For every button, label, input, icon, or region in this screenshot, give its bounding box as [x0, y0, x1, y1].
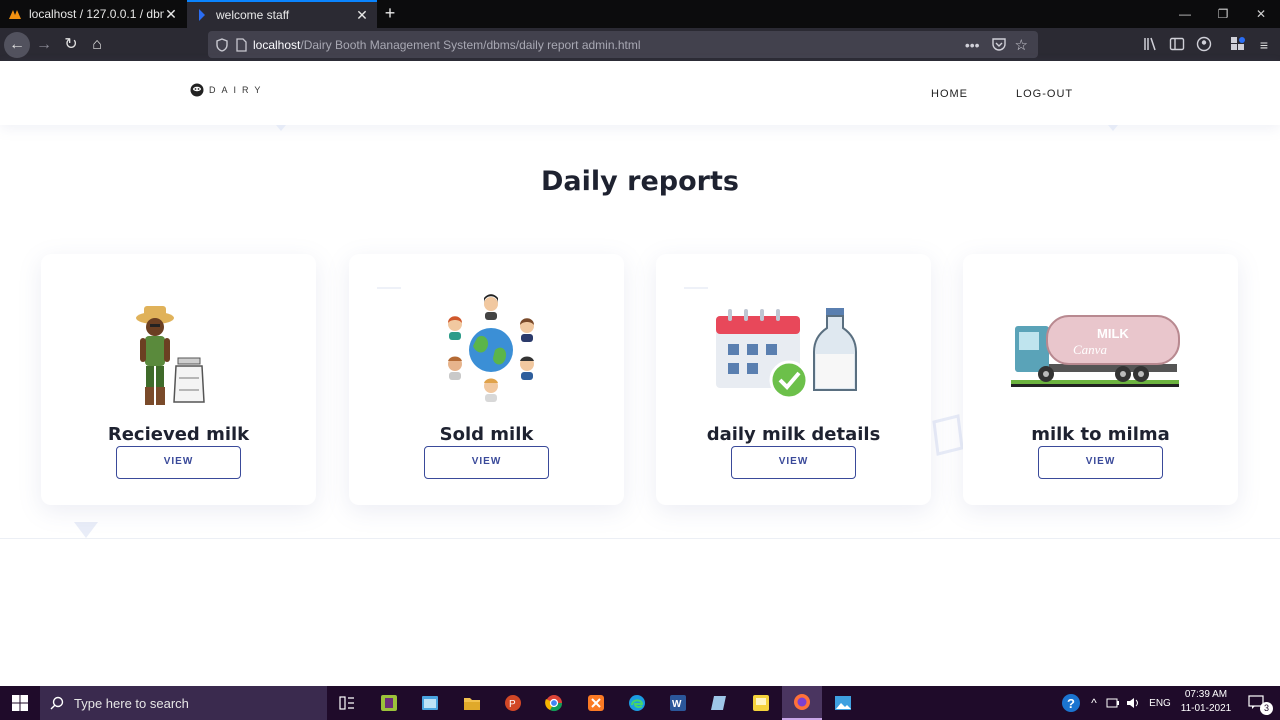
photos-icon[interactable]: [823, 686, 863, 720]
calendar-milk-bottle-icon: [716, 308, 857, 400]
close-window-icon[interactable]: ✕: [1242, 0, 1280, 28]
decorative-triangle-icon: [74, 522, 98, 538]
card-title: daily milk details: [706, 424, 881, 445]
edge-icon[interactable]: [617, 686, 657, 720]
volume-icon[interactable]: [1124, 686, 1142, 720]
taskbar-search-box[interactable]: Type here to search: [40, 686, 327, 720]
page-favicon-icon: [199, 9, 205, 21]
battery-icon[interactable]: [1104, 686, 1122, 720]
browser-tab-bar: localhost / 127.0.0.1 / dbms | p ✕ welco…: [0, 0, 1280, 28]
shield-icon[interactable]: [216, 37, 228, 52]
clock[interactable]: 07:39 AM 11-01-2021: [1180, 689, 1232, 714]
minimize-icon[interactable]: —: [1166, 0, 1204, 28]
word-icon[interactable]: W: [658, 686, 698, 720]
site-logo[interactable]: DAIRY: [189, 83, 266, 97]
card-title: Recieved milk: [107, 424, 250, 445]
tab-title: localhost / 127.0.0.1 / dbms | p: [29, 7, 164, 21]
home-button[interactable]: ⌂: [84, 32, 110, 58]
cow-logo-icon: [190, 83, 204, 97]
url-host: localhost: [253, 37, 301, 52]
windows-logo-icon: [12, 695, 28, 711]
report-card-daily-milk-details: daily milk details VIEW: [656, 254, 931, 505]
decorative-line-icon: [684, 287, 708, 289]
notes-app-icon[interactable]: [699, 686, 739, 720]
view-sold-milk-button[interactable]: VIEW: [424, 446, 549, 479]
restore-icon[interactable]: ❐: [1204, 0, 1242, 28]
people-around-globe-icon: [448, 294, 534, 402]
page-title: Daily reports: [541, 166, 739, 197]
nav-logout-link[interactable]: LOG-OUT: [1016, 88, 1073, 100]
page-actions-icon[interactable]: •••: [965, 37, 980, 53]
app-window-icon[interactable]: [410, 686, 450, 720]
language-indicator[interactable]: ENG: [1144, 686, 1176, 720]
close-tab-icon[interactable]: ✕: [164, 6, 178, 23]
page-icon: [236, 37, 247, 52]
library-icon[interactable]: [1143, 36, 1159, 52]
tab-welcome-staff[interactable]: welcome staff ✕: [187, 0, 377, 28]
svg-text:?: ?: [1067, 696, 1075, 711]
notification-icon[interactable]: 3: [1238, 686, 1276, 720]
task-view-icon[interactable]: [327, 686, 367, 720]
new-tab-button[interactable]: +: [380, 0, 400, 28]
chrome-icon[interactable]: [534, 686, 574, 720]
view-daily-milk-details-button[interactable]: VIEW: [731, 446, 856, 479]
sticky-notes-icon[interactable]: [741, 686, 781, 720]
decorative-square-icon: [932, 414, 964, 456]
clock-date: 11-01-2021: [1180, 703, 1232, 714]
reload-button[interactable]: ↻: [58, 32, 84, 58]
bookmark-star-icon[interactable]: ☆: [1015, 36, 1028, 54]
svg-text:W: W: [672, 699, 682, 710]
milk-tanker-truck-icon: MILK Canva: [1011, 315, 1180, 387]
report-card-received-milk: Recieved milk VIEW: [41, 254, 316, 505]
xampp-icon[interactable]: [576, 686, 616, 720]
report-card-sold-milk: Sold milk VIEW: [349, 254, 624, 505]
farmer-with-milk-can-icon: [136, 306, 205, 405]
site-header: DAIRY HOME LOG-OUT: [0, 61, 1280, 125]
decorative-triangle-icon: [276, 125, 286, 131]
powerpoint-icon[interactable]: P: [493, 686, 533, 720]
extensions-icon[interactable]: [1230, 36, 1246, 52]
pocket-icon[interactable]: [991, 38, 1006, 51]
report-card-milk-to-milma: MILK Canva milk to milma VIEW: [963, 254, 1238, 505]
clock-time: 07:39 AM: [1184, 689, 1228, 700]
svg-text:P: P: [509, 699, 516, 710]
logo-text: DAIRY: [209, 85, 267, 95]
search-icon: [50, 696, 64, 710]
file-explorer-icon[interactable]: [452, 686, 492, 720]
url-path: /Dairy Booth Management System/dbms/dail…: [300, 37, 641, 52]
notification-count-badge: 3: [1260, 702, 1273, 715]
forward-button[interactable]: →: [31, 32, 57, 58]
view-milk-to-milma-button[interactable]: VIEW: [1038, 446, 1163, 479]
tab-title: welcome staff: [216, 8, 290, 22]
language-text: ENG: [1149, 697, 1171, 709]
sidebar-icon[interactable]: [1169, 36, 1185, 52]
notepad-plus-icon[interactable]: [369, 686, 409, 720]
tanker-text-milk: MILK: [1097, 326, 1129, 341]
nav-home-link[interactable]: HOME: [931, 88, 968, 100]
section-divider: [0, 538, 1280, 539]
card-title: Sold milk: [439, 424, 534, 445]
view-received-milk-button[interactable]: VIEW: [116, 446, 241, 479]
close-tab-icon[interactable]: ✕: [355, 7, 369, 24]
account-icon[interactable]: [1196, 36, 1212, 52]
address-bar[interactable]: localhost /Dairy Booth Management System…: [208, 31, 1038, 58]
decorative-line-icon: [377, 287, 401, 289]
tanker-text-canva: Canva: [1073, 342, 1107, 357]
back-button[interactable]: ←: [4, 32, 30, 58]
start-button[interactable]: [0, 686, 40, 720]
card-title: milk to milma: [1031, 424, 1170, 445]
tray-chevron-up-icon[interactable]: ^: [1086, 686, 1102, 720]
menu-icon[interactable]: ≡: [1251, 32, 1277, 58]
phpmyadmin-icon: [9, 10, 21, 19]
tab-phpmyadmin[interactable]: localhost / 127.0.0.1 / dbms | p ✕: [0, 0, 186, 28]
search-placeholder: Type here to search: [74, 695, 189, 711]
browser-nav-bar: ← → ↻ ⌂ localhost /Dairy Booth Managemen…: [0, 28, 1280, 61]
firefox-icon[interactable]: [782, 686, 822, 720]
decorative-triangle-icon: [1108, 125, 1118, 131]
windows-taskbar: Type here to search P W ? ^ ENG 07:39 AM…: [0, 686, 1280, 720]
help-icon[interactable]: ?: [1052, 686, 1090, 720]
